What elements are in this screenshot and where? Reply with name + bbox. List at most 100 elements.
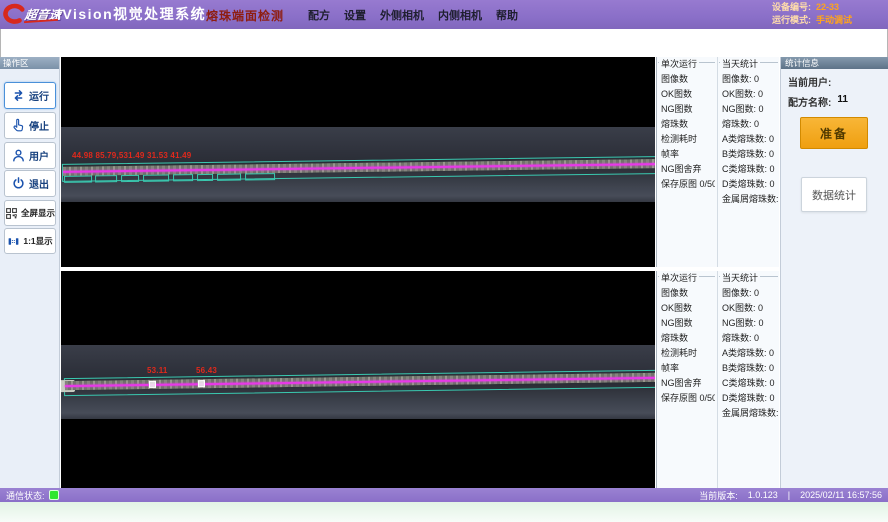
stats-panel-top: 单次运行 图像数OK图数NG图数熔珠数检测耗时帧率NG图舍弃保存原图 0/500…	[656, 57, 779, 267]
comm-status-label: 通信状态:	[6, 489, 45, 502]
info-panel-title: 统计信息	[781, 57, 888, 69]
camera-view-top[interactable]: 44.98 85.79,531.49 31.53 41.49	[61, 57, 655, 267]
run-mode-label: 运行模式:	[772, 14, 811, 27]
statistics-info-panel: 统计信息 当前用户: 配方名称: 11 准备 数据统计	[780, 57, 888, 488]
user-icon	[11, 148, 26, 163]
single-run-rows: 图像数OK图数NG图数熔珠数检测耗时帧率NG图舍弃保存原图 0/500	[658, 277, 715, 406]
one-to-one-button-label: 1:1显示	[23, 235, 52, 247]
stat-row: 金属屑熔珠数: 0	[719, 192, 778, 207]
one-to-one-button[interactable]: 1:1显示	[4, 228, 56, 254]
menu-item[interactable]: 帮助	[496, 7, 518, 23]
run-button[interactable]: 运行	[4, 82, 56, 109]
single-run-title: 单次运行	[659, 271, 699, 284]
detection-box	[64, 175, 92, 182]
exit-button-label: 退出	[29, 176, 49, 191]
stat-row: A类熔珠数: 0	[719, 132, 778, 147]
menu-bar: 配方设置外侧相机内侧相机帮助	[308, 0, 518, 29]
stat-row: 图像数: 0	[719, 286, 778, 301]
detection-box	[245, 173, 275, 180]
detection-box	[197, 174, 213, 181]
stat-row: 帧率	[658, 361, 715, 376]
data-statistics-button[interactable]: 数据统计	[801, 177, 867, 212]
sidebar-operation-area: 操作区 运行 停止 用户	[0, 57, 60, 488]
stop-button[interactable]: 停止	[4, 112, 56, 139]
stat-row: 熔珠数: 0	[719, 117, 778, 132]
user-button-label: 用户	[29, 148, 49, 163]
fullscreen-button[interactable]: 全屏显示	[4, 200, 56, 226]
stat-row: D类熔珠数: 0	[719, 391, 778, 406]
camera-view-bottom[interactable]: 53.11 56.43	[61, 271, 655, 488]
device-number-label: 设备编号:	[772, 1, 811, 14]
version-value: 1.0.123	[748, 490, 778, 500]
app-title: IVision视觉处理系统	[57, 4, 206, 24]
prepare-button[interactable]: 准备	[800, 117, 868, 149]
stat-row: 熔珠数	[658, 117, 715, 132]
device-number-value: 22-33	[816, 1, 839, 14]
detection-box	[143, 174, 169, 181]
stat-row: NG图数	[658, 316, 715, 331]
detection-box	[121, 175, 139, 182]
measurement-annotation: 44.98 85.79,531.49 31.53 41.49	[72, 151, 191, 160]
run-mode-value: 手动调试	[816, 14, 852, 27]
detection-box	[95, 175, 117, 182]
stat-row: 熔珠数: 0	[719, 331, 778, 346]
daily-stats-group: 当天统计 图像数: 0OK图数: 0NG图数: 0熔珠数: 0A类熔珠数: 0B…	[719, 62, 778, 265]
current-user-label: 当前用户:	[788, 74, 831, 89]
stat-row: OK图数: 0	[719, 301, 778, 316]
stat-row: 图像数	[658, 286, 715, 301]
stat-row: 帧率	[658, 147, 715, 162]
stat-row: 图像数: 0	[719, 72, 778, 87]
brand-logo-icon	[3, 3, 25, 25]
user-button[interactable]: 用户	[4, 142, 56, 169]
measurement-annotation: 53.11	[147, 366, 168, 375]
run-button-label: 运行	[29, 88, 49, 103]
defect-marker-box	[198, 380, 205, 387]
fullscreen-grid-icon	[5, 207, 18, 220]
daily-stats-title: 当天统计	[720, 271, 760, 284]
menu-item[interactable]: 外侧相机	[380, 7, 424, 23]
recipe-name-value: 11	[837, 94, 848, 109]
stop-hand-icon	[11, 118, 26, 133]
stat-row: B类熔珠数: 0	[719, 361, 778, 376]
power-icon	[11, 176, 26, 191]
sidebar-title: 操作区	[0, 57, 59, 69]
recipe-name-label: 配方名称:	[788, 94, 831, 109]
single-run-rows: 图像数OK图数NG图数熔珠数检测耗时帧率NG图舍弃保存原图 0/500	[658, 63, 715, 192]
single-run-group: 单次运行 图像数OK图数NG图数熔珠数检测耗时帧率NG图舍弃保存原图 0/500	[658, 276, 715, 486]
single-run-group: 单次运行 图像数OK图数NG图数熔珠数检测耗时帧率NG图舍弃保存原图 0/500	[658, 62, 715, 265]
app-header: 超音速 IVision视觉处理系统 熔珠端面检测 配方设置外侧相机内侧相机帮助 …	[0, 0, 888, 29]
stat-row: NG图数: 0	[719, 102, 778, 117]
daily-stats-title: 当天统计	[720, 57, 760, 70]
stats-panel-bottom: 单次运行 图像数OK图数NG图数熔珠数检测耗时帧率NG图舍弃保存原图 0/500…	[656, 271, 779, 488]
stat-row: C类熔珠数: 0	[719, 162, 778, 177]
stat-row: C类熔珠数: 0	[719, 376, 778, 391]
stat-row: NG图数	[658, 102, 715, 117]
separator: |	[788, 490, 790, 500]
desktop-strip	[0, 502, 888, 522]
defect-marker-box	[149, 381, 156, 388]
stat-row: 检测耗时	[658, 132, 715, 147]
one-to-one-icon	[7, 235, 20, 248]
comm-status-indicator	[49, 490, 59, 500]
stat-row: 检测耗时	[658, 346, 715, 361]
status-bar: 通信状态: 当前版本: 1.0.123 | 2025/02/11 16:57:5…	[0, 488, 888, 502]
datetime: 2025/02/11 16:57:56	[800, 490, 882, 500]
stat-row: OK图数	[658, 87, 715, 102]
menu-item[interactable]: 内侧相机	[438, 7, 482, 23]
stat-row: OK图数	[658, 301, 715, 316]
stat-row: 图像数	[658, 72, 715, 87]
stat-row: 金属屑熔珠数: 0	[719, 406, 778, 421]
stat-row: NG图舍弃	[658, 376, 715, 391]
stat-row: NG图数: 0	[719, 316, 778, 331]
stat-row: B类熔珠数: 0	[719, 147, 778, 162]
menu-item[interactable]: 设置	[344, 7, 366, 23]
measurement-annotation: 56.43	[196, 366, 217, 375]
menu-item[interactable]: 配方	[308, 7, 330, 23]
daily-stats-rows: 图像数: 0OK图数: 0NG图数: 0熔珠数: 0A类熔珠数: 0B类熔珠数:…	[719, 277, 778, 421]
detection-box	[173, 174, 193, 181]
stat-row: 保存原图 0/500	[658, 177, 715, 192]
fullscreen-button-label: 全屏显示	[21, 207, 55, 219]
device-info: 设备编号: 22-33 运行模式: 手动调试	[772, 1, 852, 27]
exit-button[interactable]: 退出	[4, 170, 56, 197]
stat-row: 保存原图 0/500	[658, 391, 715, 406]
